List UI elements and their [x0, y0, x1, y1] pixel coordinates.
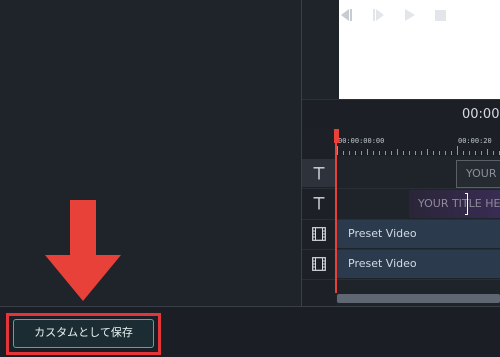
playhead[interactable] [335, 129, 337, 293]
timeline-horizontal-scrollbar[interactable] [337, 294, 500, 303]
ruler-ticks [337, 146, 500, 155]
down-arrow-icon [45, 200, 121, 301]
stop-button[interactable] [431, 0, 449, 30]
step-forward-button[interactable] [369, 0, 387, 30]
track-header-title-2[interactable] [302, 189, 336, 217]
play-button[interactable] [401, 0, 419, 30]
title-clip[interactable]: YOUR TITLE HE [409, 190, 500, 218]
title-t-icon [313, 196, 325, 209]
film-icon [312, 227, 326, 241]
preview-canvas [339, 0, 500, 99]
clip-trim-handle[interactable] [465, 193, 468, 215]
title-t-icon [313, 166, 325, 179]
track-separator [302, 188, 500, 189]
timecode-display: 00:00: [462, 107, 500, 122]
save-as-custom-button[interactable]: カスタムとして保存 [13, 319, 154, 348]
step-back-button[interactable] [338, 0, 356, 30]
video-clip[interactable]: Preset Video [337, 250, 500, 278]
track-header-video-2[interactable] [302, 250, 336, 278]
playhead-handle[interactable] [334, 129, 339, 143]
step-forward-icon [373, 9, 384, 21]
title-clip[interactable]: YOUR [456, 160, 500, 188]
track-header-title-1[interactable] [302, 159, 336, 187]
video-clip[interactable]: Preset Video [337, 220, 500, 248]
timeline-ruler[interactable]: 00:00:00:00 00:00:20 [336, 129, 500, 156]
step-back-icon [341, 9, 352, 21]
stop-icon [434, 9, 446, 21]
track-separator [302, 279, 500, 280]
track-header-video-1[interactable] [302, 220, 336, 248]
film-icon [312, 257, 326, 271]
play-icon [405, 9, 415, 21]
